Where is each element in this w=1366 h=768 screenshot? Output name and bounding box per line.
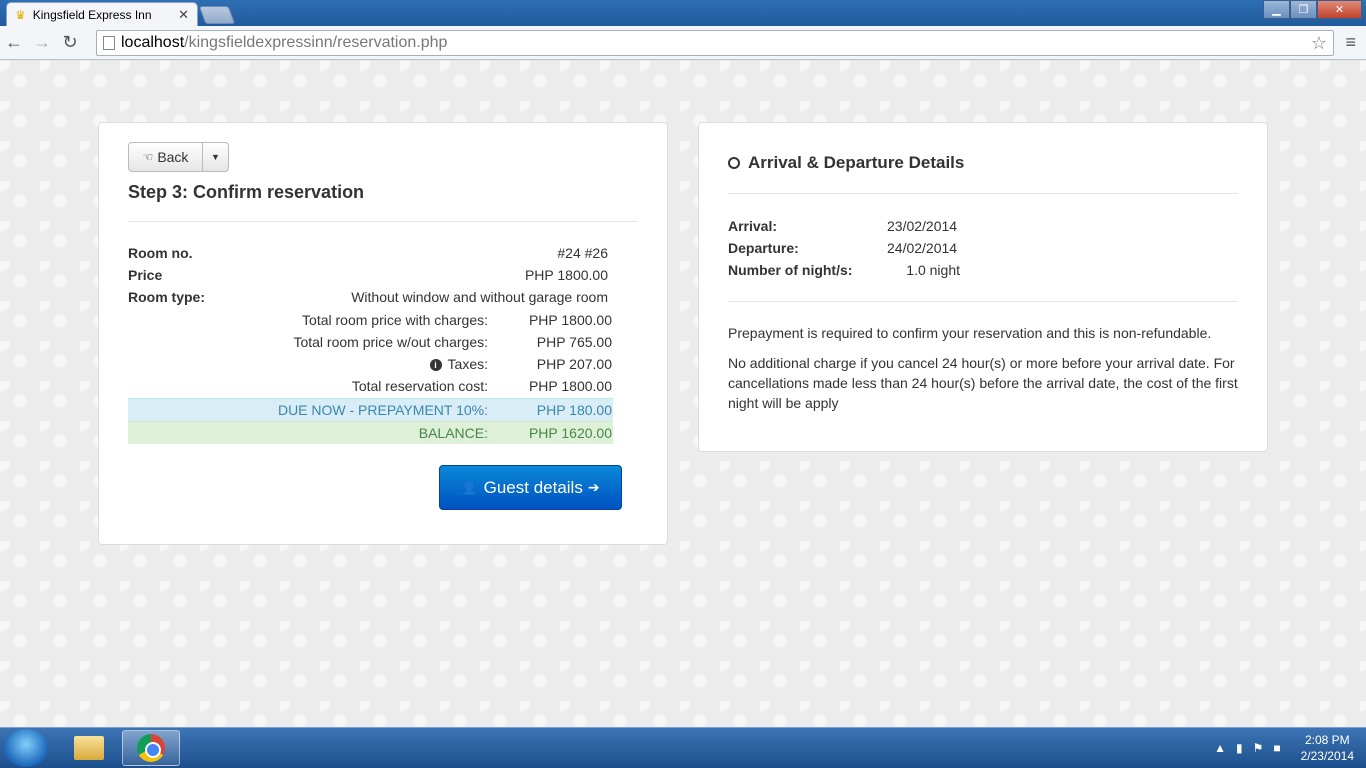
show-hidden-icons[interactable]: ▲ (1214, 741, 1226, 755)
charge-row-with-charges: Total room price with charges: PHP 1800.… (128, 309, 613, 331)
step-title: Step 3: Confirm reservation (128, 182, 365, 202)
detail-value: PHP 1800.00 (524, 267, 608, 283)
detail-value: #24 #26 (557, 245, 608, 261)
dropdown-caret-button[interactable]: ▼ (203, 142, 229, 172)
detail-row-room-no: Room no. #24 #26 (128, 245, 613, 261)
back-button[interactable]: ☜ Back (128, 142, 203, 172)
departure-value: 24/02/2014 (887, 240, 958, 256)
prepayment-policy: Prepayment is required to confirm your r… (728, 325, 1212, 341)
app-tray-icon[interactable]: ■ (1273, 741, 1280, 755)
taskbar-explorer[interactable] (60, 730, 118, 766)
arrival-value: 23/02/2014 (887, 218, 958, 234)
chrome-icon (137, 734, 165, 762)
page-background: ☜ Back ▼ Step 3: Confirm reservation Roo… (0, 61, 1366, 727)
crown-icon: ♛ (15, 7, 26, 22)
clock-date: 2/23/2014 (1300, 749, 1354, 763)
tab-kingsfield[interactable]: ♛ Kingsfield Express Inn ✕ (6, 2, 198, 26)
clock-time: 2:08 PM (1304, 733, 1350, 747)
menu-icon[interactable]: ≡ (1345, 32, 1356, 53)
detail-value: Without window and without garage room (351, 289, 608, 305)
charge-label: BALANCE: (418, 425, 488, 441)
detail-label: Price (128, 267, 163, 283)
reservation-panel: ☜ Back ▼ Step 3: Confirm reservation Roo… (98, 122, 668, 545)
system-tray: ▲ ▮ ⚑ ■ 2:08 PM 2/23/2014 (1214, 728, 1354, 768)
info-icon[interactable]: i (429, 359, 442, 371)
detail-row-room-type: Room type: Without window and without ga… (128, 289, 613, 305)
arrival-label: Arrival: (728, 218, 778, 234)
folder-icon (74, 736, 104, 760)
window-controls: ▁ ❐ ✕ (1263, 0, 1362, 19)
taskbar-chrome[interactable] (122, 730, 180, 766)
charge-label: DUE NOW - PREPAYMENT 10%: (277, 402, 488, 418)
browser-toolbar: ← → ↻ localhost/kingsfieldexpressinn/res… (0, 26, 1366, 60)
divider (728, 301, 1238, 302)
network-icon[interactable]: ▮ (1236, 741, 1243, 755)
guest-details-label: Guest details (483, 477, 583, 497)
panel-title: Arrival & Departure Details (728, 153, 964, 173)
arrival-departure-panel: Arrival & Departure Details Arrival: 23/… (698, 122, 1268, 452)
charge-label: Total room price with charges: (302, 312, 488, 328)
charge-label-wrap: i Taxes: (128, 356, 508, 372)
cancellation-policy: No additional charge if you cancel 24 ho… (728, 355, 1238, 411)
back-label: Back (157, 149, 189, 165)
charge-value: PHP 1800.00 (528, 312, 612, 328)
charge-row-total: Total reservation cost: PHP 1800.00 (128, 375, 613, 397)
hand-left-icon: ☜ (142, 150, 154, 164)
charge-row-taxes: i Taxes: PHP 207.00 (128, 353, 613, 375)
detail-row-price: Price PHP 1800.00 (128, 267, 613, 283)
divider (128, 221, 638, 222)
charge-row-balance: BALANCE: PHP 1620.00 (128, 421, 613, 444)
charge-value: PHP 180.00 (536, 402, 612, 418)
charge-label: Total room price w/out charges: (293, 334, 488, 350)
close-window-button[interactable]: ✕ (1317, 0, 1362, 19)
nights-label: Number of night/s: (728, 262, 853, 278)
back-arrow-icon[interactable]: ← (0, 29, 28, 57)
bookmark-star-icon[interactable]: ☆ (1311, 33, 1327, 54)
divider (728, 193, 1238, 194)
tab-title: Kingsfield Express Inn (32, 7, 152, 22)
guest-details-button[interactable]: 👤 Guest details ➔ (439, 465, 622, 510)
charge-value: PHP 207.00 (536, 356, 612, 372)
taskbar: ▲ ▮ ⚑ ■ 2:08 PM 2/23/2014 (0, 727, 1366, 768)
charge-row-without-charges: Total room price w/out charges: PHP 765.… (128, 331, 613, 353)
system-clock[interactable]: 2:08 PM 2/23/2014 (1301, 732, 1354, 764)
restore-button[interactable]: ❐ (1290, 0, 1317, 19)
user-icon: 👤 (461, 479, 478, 495)
forward-arrow-icon[interactable]: → (28, 29, 56, 57)
back-button-group: ☜ Back ▼ (128, 142, 229, 172)
start-button[interactable] (4, 729, 48, 767)
reload-icon[interactable]: ↻ (56, 29, 84, 57)
departure-label: Departure: (728, 240, 799, 256)
panel-title-text: Arrival & Departure Details (748, 153, 965, 172)
charge-value: PHP 765.00 (536, 334, 612, 350)
arrow-right-icon: ➔ (587, 479, 600, 495)
charge-row-due-now: DUE NOW - PREPAYMENT 10%: PHP 180.00 (128, 398, 613, 421)
charge-value: PHP 1620.00 (528, 425, 612, 441)
page-icon (103, 36, 115, 50)
minimize-button[interactable]: ▁ (1263, 0, 1290, 19)
address-bar[interactable]: localhost/kingsfieldexpressinn/reservati… (96, 30, 1334, 56)
charge-label: Total reservation cost: (351, 378, 488, 394)
browser-titlebar: ♛ Kingsfield Express Inn ✕ ▁ ❐ ✕ (0, 0, 1366, 26)
charge-label: Taxes: (447, 356, 488, 372)
detail-label: Room type: (128, 289, 205, 305)
tab-close-icon[interactable]: ✕ (178, 7, 189, 23)
clock-icon (728, 157, 740, 169)
detail-label: Room no. (128, 245, 193, 261)
new-tab-button[interactable] (198, 6, 236, 24)
url-host: localhost (121, 34, 185, 51)
nights-row: Number of night/s: 1.0 night (728, 262, 960, 278)
arrival-row: Arrival: 23/02/2014 (728, 218, 968, 234)
flag-icon[interactable]: ⚑ (1253, 741, 1264, 755)
departure-row: Departure: 24/02/2014 (728, 240, 968, 256)
nights-value: 1.0 night (906, 262, 960, 278)
url-path: /kingsfieldexpressinn/reservation.php (184, 34, 448, 51)
charge-value: PHP 1800.00 (528, 378, 612, 394)
